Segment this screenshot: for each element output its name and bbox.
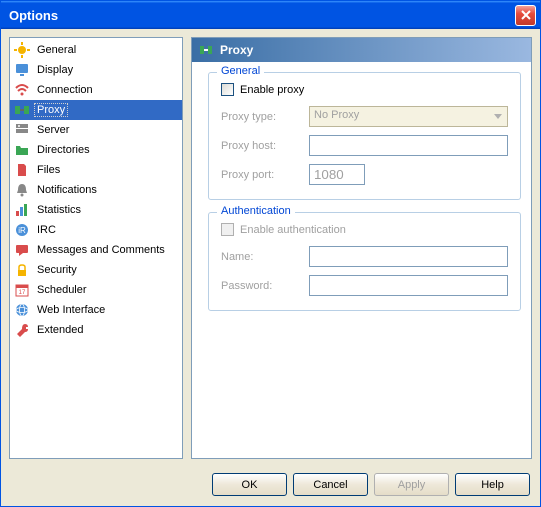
- sidebar-item-label: Statistics: [34, 203, 84, 217]
- bell-icon: [14, 182, 30, 198]
- close-icon: [521, 10, 531, 20]
- auth-name-input[interactable]: [309, 246, 508, 267]
- close-button[interactable]: [515, 5, 536, 26]
- sidebar-item-label: Security: [34, 263, 80, 277]
- sidebar-item-label: Server: [34, 123, 72, 137]
- sidebar-item-label: General: [34, 43, 79, 57]
- panel-title: Proxy: [220, 43, 253, 57]
- sidebar-item-label: Notifications: [34, 183, 100, 197]
- general-fieldset: General Enable proxy Proxy type: No Prox…: [208, 72, 521, 200]
- sidebar-item-label: Files: [34, 163, 63, 177]
- sidebar-item-display[interactable]: Display: [10, 60, 182, 80]
- window-title: Options: [9, 8, 515, 23]
- proxy-type-select[interactable]: No Proxy: [309, 106, 508, 127]
- sidebar-item-irc[interactable]: iR IRC: [10, 220, 182, 240]
- sidebar-item-security[interactable]: Security: [10, 260, 182, 280]
- cancel-button[interactable]: Cancel: [293, 473, 368, 496]
- enable-auth-label: Enable authentication: [240, 224, 346, 236]
- enable-auth-checkbox[interactable]: [221, 223, 234, 236]
- proxy-type-label: Proxy type:: [221, 111, 309, 123]
- sidebar-item-label: Scheduler: [34, 283, 90, 297]
- auth-fieldset: Authentication Enable authentication Nam…: [208, 212, 521, 311]
- panel-body: General Enable proxy Proxy type: No Prox…: [192, 62, 531, 458]
- sidebar-item-extended[interactable]: Extended: [10, 320, 182, 340]
- calendar-icon: 17: [14, 282, 30, 298]
- main-panel: Proxy General Enable proxy Proxy type: N…: [191, 37, 532, 459]
- enable-proxy-label[interactable]: Enable proxy: [240, 84, 304, 96]
- enable-proxy-checkbox[interactable]: [221, 83, 234, 96]
- proxy-type-value: No Proxy: [314, 109, 359, 121]
- sidebar-item-label: Directories: [34, 143, 93, 157]
- chevron-down-icon: [490, 109, 505, 124]
- sidebar-item-proxy[interactable]: Proxy: [10, 100, 182, 120]
- file-icon: [14, 162, 30, 178]
- sidebar-item-label: Web Interface: [34, 303, 108, 317]
- titlebar: Options: [1, 1, 540, 29]
- proxy-host-label: Proxy host:: [221, 140, 309, 152]
- apply-button[interactable]: Apply: [374, 473, 449, 496]
- globe-icon: [14, 302, 30, 318]
- sidebar-item-directories[interactable]: Directories: [10, 140, 182, 160]
- wrench-icon: [14, 322, 30, 338]
- sidebar-item-label: Extended: [34, 323, 86, 337]
- auth-legend: Authentication: [217, 205, 295, 217]
- sidebar-item-scheduler[interactable]: 17 Scheduler: [10, 280, 182, 300]
- general-legend: General: [217, 65, 264, 77]
- server-icon: [14, 122, 30, 138]
- sidebar-item-connection[interactable]: Connection: [10, 80, 182, 100]
- footer-buttons: OK Cancel Apply Help: [1, 467, 540, 506]
- gear-icon: [14, 42, 30, 58]
- sidebar-item-label: Proxy: [34, 103, 68, 117]
- lock-icon: [14, 262, 30, 278]
- svg-text:iR: iR: [18, 226, 26, 235]
- proxy-icon: [198, 42, 214, 58]
- chart-icon: [14, 202, 30, 218]
- proxy-port-input[interactable]: [309, 164, 365, 185]
- wifi-icon: [14, 82, 30, 98]
- proxy-port-label: Proxy port:: [221, 169, 309, 181]
- ok-button[interactable]: OK: [212, 473, 287, 496]
- sidebar-item-general[interactable]: General: [10, 40, 182, 60]
- sidebar-item-server[interactable]: Server: [10, 120, 182, 140]
- sidebar-item-files[interactable]: Files: [10, 160, 182, 180]
- options-window: Options General Display Connection Proxy Ser…: [0, 0, 541, 507]
- folder-icon: [14, 142, 30, 158]
- sidebar-item-label: Connection: [34, 83, 96, 97]
- auth-name-label: Name:: [221, 251, 309, 263]
- content-area: General Display Connection Proxy Server Direc…: [1, 29, 540, 467]
- help-button[interactable]: Help: [455, 473, 530, 496]
- sidebar-item-messages-and-comments[interactable]: Messages and Comments: [10, 240, 182, 260]
- sidebar-item-label: Display: [34, 63, 76, 77]
- auth-password-input[interactable]: [309, 275, 508, 296]
- sidebar-item-label: IRC: [34, 223, 59, 237]
- auth-password-label: Password:: [221, 280, 309, 292]
- proxy-host-input[interactable]: [309, 135, 508, 156]
- panel-header: Proxy: [192, 38, 531, 62]
- enable-auth-row: Enable authentication: [221, 223, 508, 236]
- proxy-icon: [14, 102, 30, 118]
- category-sidebar[interactable]: General Display Connection Proxy Server Direc…: [9, 37, 183, 459]
- sidebar-item-notifications[interactable]: Notifications: [10, 180, 182, 200]
- sidebar-item-web-interface[interactable]: Web Interface: [10, 300, 182, 320]
- sidebar-item-statistics[interactable]: Statistics: [10, 200, 182, 220]
- message-icon: [14, 242, 30, 258]
- svg-text:17: 17: [19, 290, 26, 296]
- monitor-icon: [14, 62, 30, 78]
- sidebar-item-label: Messages and Comments: [34, 243, 168, 257]
- irc-icon: iR: [14, 222, 30, 238]
- enable-proxy-row: Enable proxy: [221, 83, 508, 96]
